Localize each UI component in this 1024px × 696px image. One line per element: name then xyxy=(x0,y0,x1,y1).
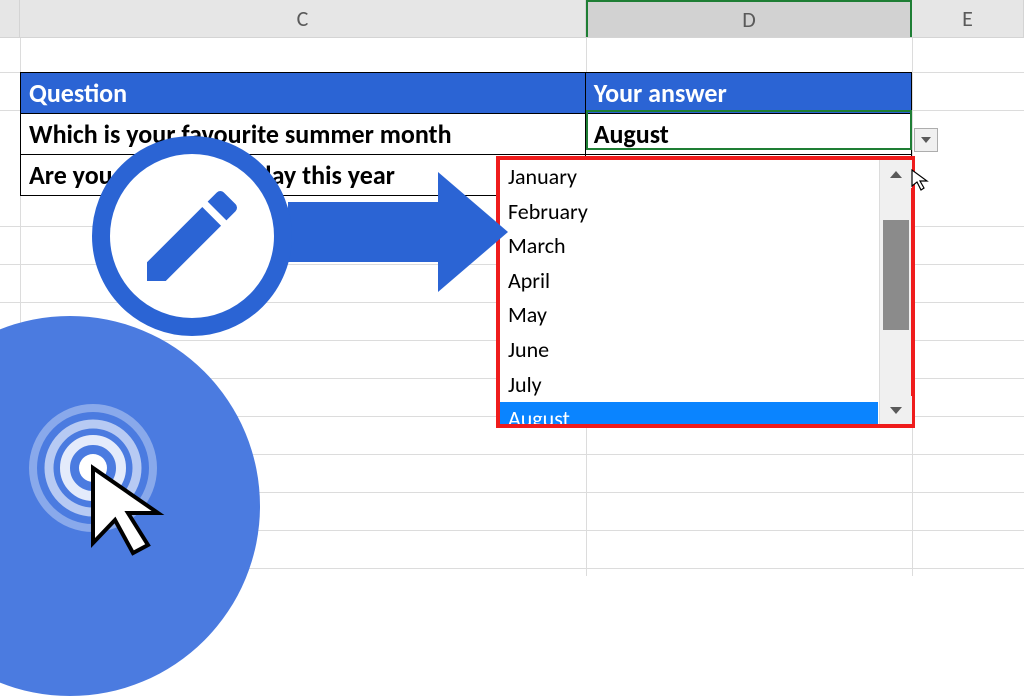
dropdown-item-selected[interactable]: August xyxy=(500,402,878,424)
pencil-icon xyxy=(132,176,252,296)
col-header-e[interactable]: E xyxy=(912,0,1024,37)
chevron-up-icon xyxy=(890,171,902,178)
brand-logo-icon xyxy=(18,388,188,558)
mouse-cursor-icon xyxy=(910,168,934,192)
dropdown-toggle-button[interactable] xyxy=(914,128,938,152)
rowhdr-stub xyxy=(0,0,20,37)
dropdown-item[interactable]: July xyxy=(500,368,878,403)
scroll-down-button[interactable] xyxy=(880,396,912,424)
question-cell[interactable]: Which is your favourite summer month xyxy=(21,113,586,154)
col-question-header[interactable]: Question xyxy=(21,73,586,113)
col-header-c[interactable]: C xyxy=(20,0,586,37)
col-answer-header[interactable]: Your answer xyxy=(586,73,911,113)
dropdown-item[interactable]: April xyxy=(500,264,878,299)
dropdown-list-highlight-box: January February March April May June Ju… xyxy=(496,156,915,428)
dropdown-item[interactable]: February xyxy=(500,195,878,230)
dropdown-item[interactable]: January xyxy=(500,160,878,195)
scroll-up-button[interactable] xyxy=(880,160,912,188)
spreadsheet-view: C D E Question Your answer Which is your… xyxy=(0,0,1024,576)
annotation-arrow-icon xyxy=(288,202,438,262)
edit-annotation-badge xyxy=(92,136,292,336)
col-header-d[interactable]: D xyxy=(586,0,912,37)
dropdown-item[interactable]: May xyxy=(500,298,878,333)
answer-cell[interactable]: August xyxy=(586,113,911,154)
column-headers: C D E xyxy=(0,0,1024,38)
chevron-down-icon xyxy=(890,407,902,414)
dropdown-item[interactable]: March xyxy=(500,229,878,264)
dropdown-list[interactable]: January February March April May June Ju… xyxy=(500,160,878,424)
chevron-down-icon xyxy=(921,137,931,143)
table-header-row: Question Your answer xyxy=(21,73,911,113)
dropdown-scrollbar[interactable] xyxy=(879,160,911,424)
dropdown-item[interactable]: June xyxy=(500,333,878,368)
scrollbar-thumb[interactable] xyxy=(883,220,909,330)
